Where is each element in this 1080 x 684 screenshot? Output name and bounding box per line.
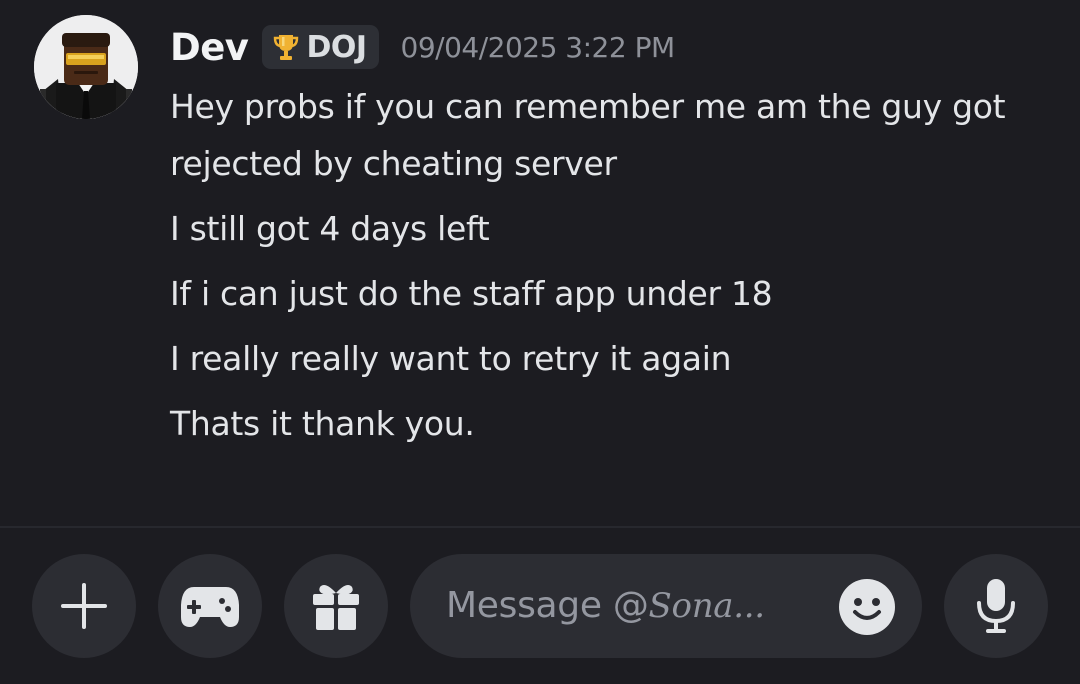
author-name[interactable]: Dev (170, 26, 249, 69)
voice-message-button[interactable] (944, 554, 1048, 658)
gift-icon (313, 585, 359, 630)
message-line: If i can just do the staff app under 18 (170, 274, 773, 313)
activities-button[interactable] (158, 554, 262, 658)
role-tag[interactable]: DOJ (262, 25, 379, 69)
message-line: rejected by cheating server (170, 144, 617, 183)
gift-button[interactable] (284, 554, 388, 658)
message-line: Hey probs if you can remember me am the … (170, 87, 1006, 126)
plus-icon (61, 583, 107, 629)
message-header: Dev DOJ 09/04/2025 3:22 PM (170, 22, 675, 72)
message-line: I still got 4 days left (170, 209, 490, 248)
placeholder-recipient: Sona... (648, 586, 766, 626)
placeholder-prefix: Message @ (446, 585, 649, 626)
message-timestamp: 09/04/2025 3:22 PM (400, 30, 676, 64)
microphone-icon (977, 579, 1015, 633)
avatar-image (34, 15, 138, 119)
gamepad-icon (181, 587, 239, 627)
message-input[interactable]: Message @Sona... (410, 554, 922, 658)
message-input-placeholder: Message @Sona... (446, 554, 765, 658)
dm-chat-screen: Dev DOJ 09/04/2025 3:22 PM Hey probs if … (0, 0, 1080, 684)
author-avatar[interactable] (34, 15, 138, 119)
chat-message: Dev DOJ 09/04/2025 3:22 PM Hey probs if … (0, 0, 1080, 526)
message-line: I really really want to retry it again (170, 339, 732, 378)
role-tag-label: DOJ (306, 29, 367, 65)
message-line: Thats it thank you. (170, 404, 475, 443)
add-attachment-button[interactable] (32, 554, 136, 658)
emoji-icon[interactable] (838, 578, 896, 636)
message-content: Hey probs if you can remember me am the … (170, 78, 1050, 452)
message-composer: Message @Sona... (0, 528, 1080, 684)
trophy-icon (274, 35, 299, 60)
